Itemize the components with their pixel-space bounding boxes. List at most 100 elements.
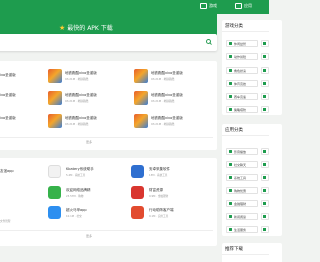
app-meta: 9.1M · 实用工具	[149, 215, 169, 218]
game-title: 地铁跑酷vivo圣诞版	[65, 71, 97, 75]
games-more-link[interactable]: 更多	[86, 140, 92, 144]
category-button-right[interactable]	[261, 106, 269, 113]
category-button-right[interactable]	[261, 67, 269, 74]
category-button-right[interactable]	[261, 93, 269, 100]
category-label: 动作冒险	[234, 54, 247, 59]
category-icon	[229, 228, 232, 231]
category-icon	[229, 42, 232, 45]
app-icon[interactable]	[48, 165, 61, 178]
game-meta: 93.21M · 地铁跑酷	[151, 122, 175, 126]
star-icon: ★	[59, 23, 66, 32]
category-label: 社交聊天	[234, 162, 247, 167]
app-icon[interactable]	[131, 206, 144, 219]
category-button-right[interactable]	[261, 213, 269, 220]
game-item[interactable]: 地铁跑酷vivo圣诞版 93.21M · 地铁跑酷	[134, 114, 214, 129]
game-item[interactable]: 地铁跑酷vivo圣诞版 93.21M · 地铁跑酷	[134, 91, 214, 106]
category-影音播放[interactable]: 影音播放	[226, 148, 258, 155]
category-购物优惠[interactable]: 购物优惠	[226, 187, 258, 194]
app-title[interactable]: 欢迎网络品牌精	[66, 188, 91, 193]
apps-more-link[interactable]: 更多	[86, 234, 92, 238]
category-icon	[229, 108, 232, 111]
search-icon[interactable]	[206, 39, 211, 44]
category-label: 购物优惠	[234, 188, 247, 193]
app-title[interactable]: Kbatery系统助手	[66, 167, 94, 172]
recommend-title: 推荐下载	[225, 247, 243, 252]
category-动作冒险[interactable]: 动作冒险	[226, 53, 258, 60]
category-角色扮演[interactable]: 角色扮演	[226, 67, 258, 74]
app-meta: 10.1M · 社交	[66, 215, 82, 218]
game-item[interactable]: 地铁跑酷vivo圣诞版 93.21M · 地铁跑酷	[48, 114, 118, 129]
category-生活服务[interactable]: 生活服务	[226, 226, 258, 233]
app-icon[interactable]	[131, 165, 144, 178]
app-category-panel: 应用分类 影音播放 社交聊天 系统工具 购物优惠 金融理财 新闻阅读 生活服务	[222, 124, 282, 236]
category-label: 体育竞技	[234, 81, 247, 86]
game-title: 地铁跑酷vivo圣诞版	[65, 116, 97, 120]
category-icon	[229, 69, 232, 72]
category-icon	[229, 82, 232, 85]
game-icon	[200, 3, 207, 9]
category-button-right[interactable]	[261, 40, 269, 47]
category-button-right[interactable]	[261, 80, 269, 87]
category-系统工具[interactable]: 系统工具	[226, 174, 258, 181]
app-title[interactable]: 财富资源	[149, 188, 163, 193]
category-icon	[229, 202, 232, 205]
divider	[222, 135, 269, 136]
category-button-right[interactable]	[261, 187, 269, 194]
category-体育竞技[interactable]: 体育竞技	[226, 80, 258, 87]
game-title: 地铁跑酷vivo圣诞版	[151, 116, 183, 120]
category-button-right[interactable]	[261, 226, 269, 233]
category-label: 休闲益智	[234, 41, 247, 46]
game-item[interactable]: 地铁跑酷vivo圣诞版 93.21M · 地铁跑酷	[48, 91, 118, 106]
app-title[interactable]: 行动助阵客户端	[149, 208, 174, 213]
recommend-panel: 推荐下载	[222, 243, 282, 262]
hero-title-text: 最快的 APK 下载	[67, 25, 113, 32]
app-title[interactable]: 超火马甲app	[66, 208, 87, 213]
nav-apps[interactable]: 应用	[235, 3, 252, 9]
app-left-title: 友谊app	[0, 169, 14, 173]
category-label: 影音播放	[234, 149, 247, 154]
game-meta: 93.21M · 地铁跑酷	[151, 99, 175, 103]
category-button-right[interactable]	[261, 174, 269, 181]
divider	[222, 31, 269, 32]
app-meta: 9.9M · 金融理财	[149, 195, 169, 198]
category-策略塔防[interactable]: 策略塔防	[226, 106, 258, 113]
app-left-meta: 文件管理	[0, 220, 11, 223]
category-金融理财[interactable]: 金融理财	[226, 200, 258, 207]
app-title[interactable]: 安卓采集软件	[149, 167, 170, 172]
category-icon	[229, 189, 232, 192]
nav-games-label: 游戏	[209, 3, 217, 8]
game-thumbnail	[134, 69, 148, 83]
game-thumbnail	[134, 91, 148, 105]
search-input[interactable]	[0, 34, 217, 51]
app-meta: 5.4M · 系统工具	[66, 174, 86, 177]
category-新闻阅读[interactable]: 新闻阅读	[226, 213, 258, 220]
category-button-right[interactable]	[261, 161, 269, 168]
game-item[interactable]: 地铁跑酷vivo圣诞版 93.21M · 地铁跑酷	[48, 69, 118, 84]
category-label: 生活服务	[234, 227, 247, 232]
game-title: 地铁跑酷vivo圣诞版	[151, 93, 183, 97]
category-社交聊天[interactable]: 社交聊天	[226, 161, 258, 168]
game-meta: 93.21M · 地铁跑酷	[65, 77, 89, 81]
apps-icon	[235, 3, 242, 9]
category-赛车竞速[interactable]: 赛车竞速	[226, 93, 258, 100]
apps-card: 友谊app 文件管理 Kbatery系统助手 5.4M · 系统工具 安卓采集软…	[0, 158, 217, 246]
category-label: 新闻阅读	[234, 214, 247, 219]
app-icon[interactable]	[48, 186, 61, 199]
app-icon[interactable]	[48, 206, 61, 219]
game-thumbnail	[134, 114, 148, 128]
games-card: ivo圣诞版 ivo圣诞版 ivo圣诞版 地铁跑酷vivo圣诞版 93.21M …	[0, 61, 217, 150]
game-thumbnail	[48, 91, 62, 105]
category-button-right[interactable]	[261, 200, 269, 207]
divider	[0, 137, 213, 138]
app-icon[interactable]	[131, 186, 144, 199]
game-left-title: ivo圣诞版	[0, 93, 16, 97]
category-button-right[interactable]	[261, 53, 269, 60]
game-item[interactable]: 地铁跑酷vivo圣诞版 93.21M · 地铁跑酷	[134, 69, 214, 84]
category-button-right[interactable]	[261, 148, 269, 155]
nav-games[interactable]: 游戏	[200, 3, 217, 9]
game-thumbnail	[48, 69, 62, 83]
divider	[222, 254, 269, 255]
app-category-title: 应用分类	[225, 128, 243, 133]
category-休闲益智[interactable]: 休闲益智	[226, 40, 258, 47]
category-label: 金融理财	[234, 201, 247, 206]
